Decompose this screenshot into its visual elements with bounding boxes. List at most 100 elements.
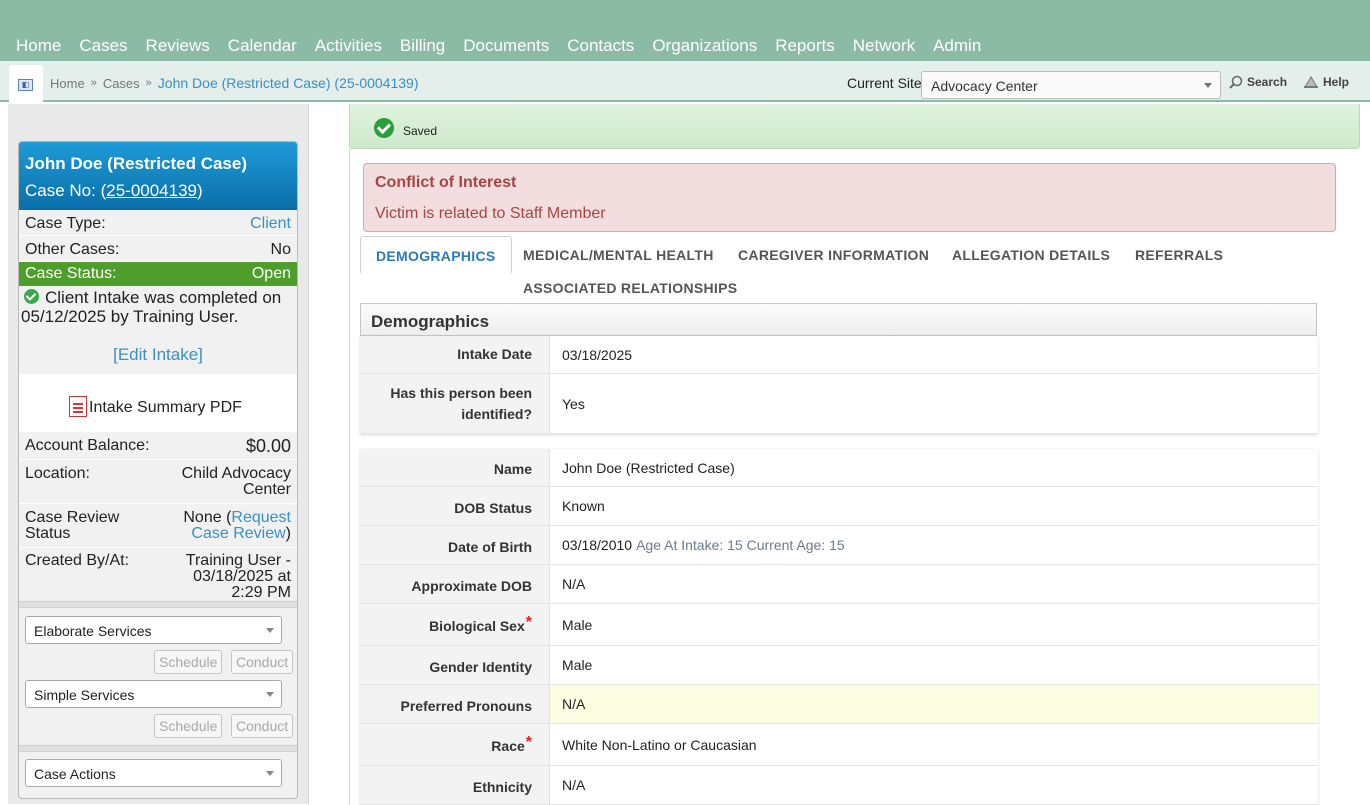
elaborate-services-value: Elaborate Services: [34, 623, 152, 639]
tab-allegation-details[interactable]: ALLEGATION DETAILS: [952, 247, 1110, 263]
case-status-label: Case Status:: [25, 265, 117, 282]
field-label: Approximate DOB: [360, 565, 550, 603]
nav-cases[interactable]: Cases: [79, 36, 127, 56]
nav-network[interactable]: Network: [853, 36, 915, 56]
dob-value: 03/18/2010: [562, 537, 633, 553]
help-label: Help: [1323, 75, 1350, 89]
nav-reports[interactable]: Reports: [775, 36, 835, 56]
nav-reviews[interactable]: Reviews: [146, 36, 210, 56]
tab-demographics[interactable]: DEMOGRAPHICS: [360, 236, 512, 273]
breadcrumb-bar: ◧ Home » Cases » John Doe (Restricted Ca…: [0, 61, 1370, 103]
case-actions-select[interactable]: Case Actions: [25, 759, 282, 787]
nav-contacts[interactable]: Contacts: [567, 36, 634, 56]
intake-completed-note: Client Intake was completed on 05/12/202…: [19, 286, 297, 326]
search-label: Search: [1247, 75, 1288, 89]
field-label: Date of Birth: [360, 526, 550, 564]
intake-summary-pdf-link[interactable]: Intake Summary PDF: [69, 396, 242, 417]
nav-home[interactable]: Home: [16, 36, 61, 56]
chevron-down-icon: [1204, 83, 1212, 88]
field-value: Male: [550, 646, 1318, 684]
case-number: Case No: (25-0004139): [25, 179, 291, 203]
account-balance-row: Account Balance: $0.00: [19, 432, 297, 460]
case-header: John Doe (Restricted Case) Case No: (25-…: [19, 142, 297, 210]
account-balance-label: Account Balance:: [25, 437, 150, 454]
account-balance-value: $0.00: [245, 436, 291, 456]
tab-caregiver-information[interactable]: CAREGIVER INFORMATION: [738, 247, 929, 263]
check-circle-icon: [374, 118, 394, 138]
demographics-group-intake: Intake Date 03/18/2025 Has this person b…: [360, 336, 1318, 434]
field-row: Has this person been identified? Yes: [360, 374, 1318, 434]
pdf-link-text: Intake Summary PDF: [89, 399, 242, 416]
created-line2: 03/18/2025 at: [193, 568, 291, 585]
nav-billing[interactable]: Billing: [400, 36, 445, 56]
case-number-prefix: Case No: (: [25, 181, 107, 200]
field-value: N/A: [550, 685, 1318, 723]
elaborate-schedule-button[interactable]: Schedule: [154, 650, 223, 674]
field-row: Date of Birth 03/18/2010 Age At Intake: 1…: [360, 526, 1318, 565]
case-review-label-line2: Status: [25, 525, 71, 542]
case-review-close: ): [285, 525, 291, 542]
age-note: Age At Intake: 15 Current Age: 15: [636, 537, 845, 553]
tab-associated-relationships[interactable]: ASSOCIATED RELATIONSHIPS: [523, 280, 737, 296]
request-case-review-link-line2[interactable]: Case Review: [191, 525, 285, 542]
simple-conduct-button[interactable]: Conduct: [231, 714, 294, 738]
field-label: Race *: [360, 724, 550, 765]
case-review-none: None (: [183, 509, 232, 526]
elaborate-services-select[interactable]: Elaborate Services: [25, 616, 282, 644]
case-type-value[interactable]: Client: [250, 216, 291, 235]
current-site-value: Advocacy Center: [931, 78, 1038, 94]
section-title: Demographics: [360, 303, 1317, 336]
nav-organizations[interactable]: Organizations: [652, 36, 757, 56]
tab-medical-mental-health[interactable]: MEDICAL/MENTAL HEALTH: [523, 247, 714, 263]
breadcrumb-cases[interactable]: Cases: [103, 76, 140, 91]
breadcrumb-current-case[interactable]: John Doe (Restricted Case) (25-0004139): [158, 75, 419, 91]
elaborate-conduct-button[interactable]: Conduct: [231, 650, 294, 674]
pdf-file-icon: [69, 396, 87, 417]
nav-calendar[interactable]: Calendar: [228, 36, 297, 56]
field-row: Intake Date 03/18/2025: [360, 336, 1318, 374]
help-button[interactable]: Help: [1303, 75, 1349, 89]
nav-documents[interactable]: Documents: [463, 36, 549, 56]
simple-schedule-button[interactable]: Schedule: [154, 714, 223, 738]
field-row: Gender Identity Male: [360, 646, 1318, 685]
sidebar-toggle-button[interactable]: ◧: [9, 65, 43, 103]
breadcrumb-separator: »: [145, 77, 152, 89]
alert-title: Conflict of Interest: [375, 174, 517, 191]
search-button[interactable]: Search: [1229, 75, 1287, 89]
edit-intake-link[interactable]: [Edit Intake]: [19, 345, 297, 365]
case-number-link[interactable]: 25-0004139: [106, 181, 197, 200]
field-label: DOB Status: [360, 487, 550, 525]
created-line3: 2:29 PM: [231, 584, 291, 601]
case-type-row: Case Type: Client: [19, 210, 297, 236]
conflict-of-interest-alert: Conflict of Interest Victim is related t…: [363, 163, 1336, 232]
simple-services-select[interactable]: Simple Services: [25, 680, 282, 708]
location-value-line1: Child Advocacy: [181, 465, 291, 482]
demographics-group-person: Name John Doe (Restricted Case) DOB Stat…: [360, 449, 1318, 805]
case-review-value: None (Request Case Review): [183, 510, 291, 547]
field-label: Name: [360, 449, 550, 486]
location-value-line2: Center: [242, 481, 291, 498]
nav-activities[interactable]: Activities: [315, 36, 382, 56]
breadcrumb-home[interactable]: Home: [50, 76, 85, 91]
breadcrumb-separator: »: [90, 77, 97, 89]
request-case-review-link[interactable]: Request: [231, 509, 291, 526]
field-value: Known: [550, 487, 1318, 525]
nav-admin[interactable]: Admin: [933, 36, 981, 56]
simple-services-value: Simple Services: [34, 687, 135, 703]
field-label: Gender Identity: [360, 646, 550, 684]
field-value: 03/18/2025: [550, 336, 1318, 373]
case-number-suffix: ): [197, 181, 203, 200]
field-row: Name John Doe (Restricted Case): [360, 449, 1318, 487]
created-line1: Training User -: [185, 552, 291, 569]
saved-notification: Saved: [349, 104, 1360, 149]
case-review-label-line1: Case Review: [25, 509, 120, 526]
lifebuoy-icon: [1304, 76, 1318, 88]
tab-referrals[interactable]: REFERRALS: [1135, 247, 1223, 263]
case-status-row: Case Status: Open: [19, 262, 297, 286]
location-label: Location:: [25, 465, 90, 482]
top-navigation-bar: Home Cases Reviews Calendar Activities B…: [0, 0, 1370, 61]
chevron-down-icon: [266, 771, 274, 776]
field-row: DOB Status Known: [360, 487, 1318, 526]
current-site-select[interactable]: Advocacy Center: [921, 71, 1221, 99]
current-site-label: Current Site: [847, 75, 922, 91]
